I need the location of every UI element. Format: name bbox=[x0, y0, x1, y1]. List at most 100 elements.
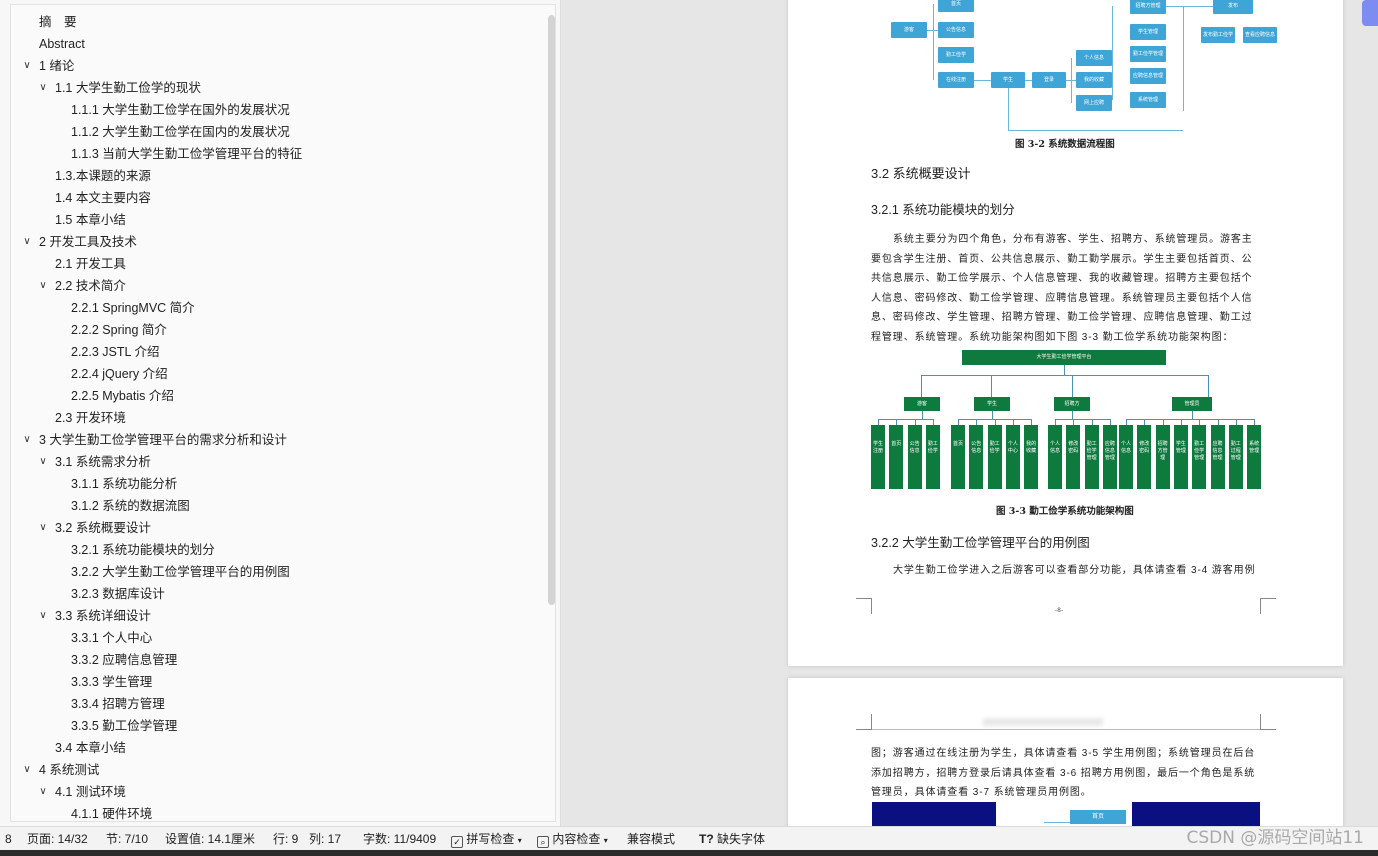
toc-item-label: 1.3.本课题的来源 bbox=[55, 169, 151, 183]
body-paragraph: 系统主要分为四个角色，分布有游客、学生、招聘方、系统管理员。游客主要包含学生注册… bbox=[871, 234, 1253, 343]
flow-box: 系统管理 bbox=[1130, 92, 1166, 108]
toc-item[interactable]: ∨ 4.1 测试环境 bbox=[11, 781, 535, 803]
toc-item-label: 2.2.5 Mybatis 介绍 bbox=[71, 389, 174, 403]
chevron-down-icon[interactable]: ∨ bbox=[37, 275, 49, 297]
chevron-down-icon[interactable]: ∨ bbox=[37, 451, 49, 473]
status-col: 列: 17 bbox=[309, 832, 342, 846]
tree-leaf-box: 勤工过程管理 bbox=[1228, 425, 1243, 489]
toc-item[interactable]: 3.3.2 应聘信息管理 bbox=[11, 649, 535, 671]
toc-item[interactable]: 3.3.1 个人中心 bbox=[11, 627, 535, 649]
status-word-count[interactable]: 字数: 11/9409 bbox=[363, 827, 436, 851]
toc-item-label: Abstract bbox=[39, 37, 85, 51]
flow-box: 公告信息 bbox=[938, 22, 974, 38]
toc-item-label: 3.2.1 系统功能模块的划分 bbox=[71, 543, 215, 557]
flow-box: 首页 bbox=[938, 0, 974, 12]
tree-role-box: 游客 bbox=[904, 397, 940, 411]
chevron-down-icon[interactable]: ∨ bbox=[21, 55, 33, 77]
toc-item[interactable]: 1.1.3 当前大学生勤工俭学管理平台的特征 bbox=[11, 143, 535, 165]
toc-item[interactable]: 3.2.3 数据库设计 bbox=[11, 583, 535, 605]
toc-item-label: 3.2 系统概要设计 bbox=[55, 521, 151, 535]
toc-item-label: 摘 要 bbox=[39, 15, 77, 29]
tree-leaf-box: 学生管理 bbox=[1173, 425, 1188, 489]
chevron-down-icon[interactable]: ∨ bbox=[21, 759, 33, 781]
toc-item[interactable]: 2.2.4 jQuery 介绍 bbox=[11, 363, 535, 385]
content-check-button[interactable]: ⌕ 内容检查 ▾ bbox=[537, 827, 608, 851]
page-corner-mark bbox=[1260, 598, 1276, 614]
side-panel-tab[interactable] bbox=[1362, 0, 1378, 26]
flow-box: 在线注册 bbox=[938, 72, 974, 88]
page-number: -8- bbox=[1055, 607, 1064, 614]
toc-item[interactable]: Abstract bbox=[11, 33, 535, 55]
toc-item[interactable]: 1.5 本章小结 bbox=[11, 209, 535, 231]
chevron-down-icon[interactable]: ∨ bbox=[37, 77, 49, 99]
toc-item[interactable]: 1.1.1 大学生勤工俭学在国外的发展状况 bbox=[11, 99, 535, 121]
toc-item[interactable]: 2.3 开发环境 bbox=[11, 407, 535, 429]
status-section[interactable]: 节: 7/10 bbox=[106, 827, 148, 851]
search-icon: ⌕ bbox=[537, 836, 549, 848]
toc-item[interactable]: ∨ 3.1 系统需求分析 bbox=[11, 451, 535, 473]
toc-item[interactable]: ∨ 4 系统测试 bbox=[11, 759, 535, 781]
toc-item[interactable]: ∨ 3.3 系统详细设计 bbox=[11, 605, 535, 627]
tree-leaf-box: 首页 bbox=[889, 425, 904, 489]
toc-item[interactable]: 2.1 开发工具 bbox=[11, 253, 535, 275]
chevron-down-icon[interactable]: ∨ bbox=[37, 781, 49, 803]
chevron-down-icon[interactable]: ∨ bbox=[21, 429, 33, 451]
toc-item[interactable]: 2.2.1 SpringMVC 简介 bbox=[11, 297, 535, 319]
toc-scrollbar-thumb[interactable] bbox=[548, 15, 555, 605]
toc-item[interactable]: ∨ 1.1 大学生勤工俭学的现状 bbox=[11, 77, 535, 99]
toc-item-label: 3.3.1 个人中心 bbox=[71, 631, 153, 645]
flow-box: 招聘方管理 bbox=[1130, 0, 1166, 14]
toc-item-label: 2 开发工具及技术 bbox=[39, 235, 137, 249]
toc-item[interactable]: ∨ 2.2 技术简介 bbox=[11, 275, 535, 297]
toc-item[interactable]: 摘 要 bbox=[11, 11, 535, 33]
toc-item[interactable]: 2.2.3 JSTL 介绍 bbox=[11, 341, 535, 363]
missing-font-button[interactable]: T? 缺失字体 bbox=[699, 827, 765, 851]
toc-item[interactable]: 1.3.本课题的来源 bbox=[11, 165, 535, 187]
font-missing-icon: T? bbox=[699, 832, 714, 846]
toc-item[interactable]: 2.2.2 Spring 简介 bbox=[11, 319, 535, 341]
toc-item[interactable]: ∨ 3.2 系统概要设计 bbox=[11, 517, 535, 539]
toc-item[interactable]: ∨ 2 开发工具及技术 bbox=[11, 231, 535, 253]
status-page-prefix: 8 bbox=[5, 832, 12, 846]
toc-item[interactable]: 3.3.4 招聘方管理 bbox=[11, 693, 535, 715]
flow-box: 个人信息 bbox=[1076, 50, 1112, 66]
tree-leaf-box: 修改密码 bbox=[1066, 425, 1081, 489]
toc-item-label: 2.2.2 Spring 简介 bbox=[71, 323, 167, 337]
toc-item-label: 2.1 开发工具 bbox=[55, 257, 126, 271]
status-setting[interactable]: 设置值: 14.1厘米 bbox=[165, 827, 255, 851]
toc-panel: 摘 要 Abstract ∨ 1 绪论 ∨ 1.1 大学生勤工俭学的现状 1.1.1 大学生… bbox=[10, 4, 556, 822]
flow-box: 发布勤工俭学 bbox=[1201, 27, 1235, 43]
toc-item[interactable]: 3.3.5 勤工俭学管理 bbox=[11, 715, 535, 737]
toc-item[interactable]: ∨ 1 绪论 bbox=[11, 55, 535, 77]
content-check-label: 内容检查 bbox=[552, 832, 601, 846]
tree-leaf-box: 勤工俭学管理 bbox=[1192, 425, 1207, 489]
spellcheck-button[interactable]: ✓ 拼写检查 ▾ bbox=[451, 827, 522, 851]
tree-leaf-box: 应聘信息管理 bbox=[1210, 425, 1225, 489]
status-row: 行: 9 bbox=[273, 832, 299, 846]
taskbar-strip bbox=[0, 850, 1378, 856]
tree-leaf-box: 公告信息 bbox=[969, 425, 984, 489]
toc-item[interactable]: 1.1.2 大学生勤工俭学在国内的发展状况 bbox=[11, 121, 535, 143]
toc-item[interactable]: 1.4 本文主要内容 bbox=[11, 187, 535, 209]
toc-item[interactable]: 3.1.2 系统的数据流图 bbox=[11, 495, 535, 517]
toc-item[interactable]: 3.3.3 学生管理 bbox=[11, 671, 535, 693]
tree-leaf-box: 我的收藏 bbox=[1024, 425, 1039, 489]
figure-caption: 图 3-3 勤工俭学系统功能架构图 bbox=[996, 506, 1134, 517]
status-page[interactable]: 页面: 14/32 bbox=[27, 827, 88, 851]
toc-item[interactable]: 2.2.5 Mybatis 介绍 bbox=[11, 385, 535, 407]
toc-item[interactable]: ∨ 3 大学生勤工俭学管理平台的需求分析和设计 bbox=[11, 429, 535, 451]
toc-item[interactable]: 3.4 本章小结 bbox=[11, 737, 535, 759]
toc-item-label: 2.2 技术简介 bbox=[55, 279, 126, 293]
chevron-down-icon[interactable]: ∨ bbox=[21, 231, 33, 253]
toc-item[interactable]: 3.2.1 系统功能模块的划分 bbox=[11, 539, 535, 561]
toc-item[interactable]: 3.1.1 系统功能分析 bbox=[11, 473, 535, 495]
toc-item[interactable]: 3.2.2 大学生勤工俭学管理平台的用例图 bbox=[11, 561, 535, 583]
subsection-heading: 3.2.2 大学生勤工俭学管理平台的用例图 bbox=[871, 536, 1090, 550]
chevron-down-icon[interactable]: ∨ bbox=[37, 517, 49, 539]
document-area: 游客 首页 公告信息 勤工俭学 在线注册 学生 登录 个人信息 我的收藏 网上应… bbox=[561, 0, 1378, 826]
toc-item[interactable]: 4.1.1 硬件环境 bbox=[11, 803, 535, 825]
chevron-down-icon[interactable]: ∨ bbox=[37, 605, 49, 627]
body-paragraph: 大学生勤工俭学进入之后游客可以查看部分功能，具体请查看 3-4 游客用例 bbox=[893, 565, 1256, 576]
toc-item-label: 1.1.3 当前大学生勤工俭学管理平台的特征 bbox=[71, 147, 303, 161]
toc-item-label: 1 绪论 bbox=[39, 59, 75, 73]
